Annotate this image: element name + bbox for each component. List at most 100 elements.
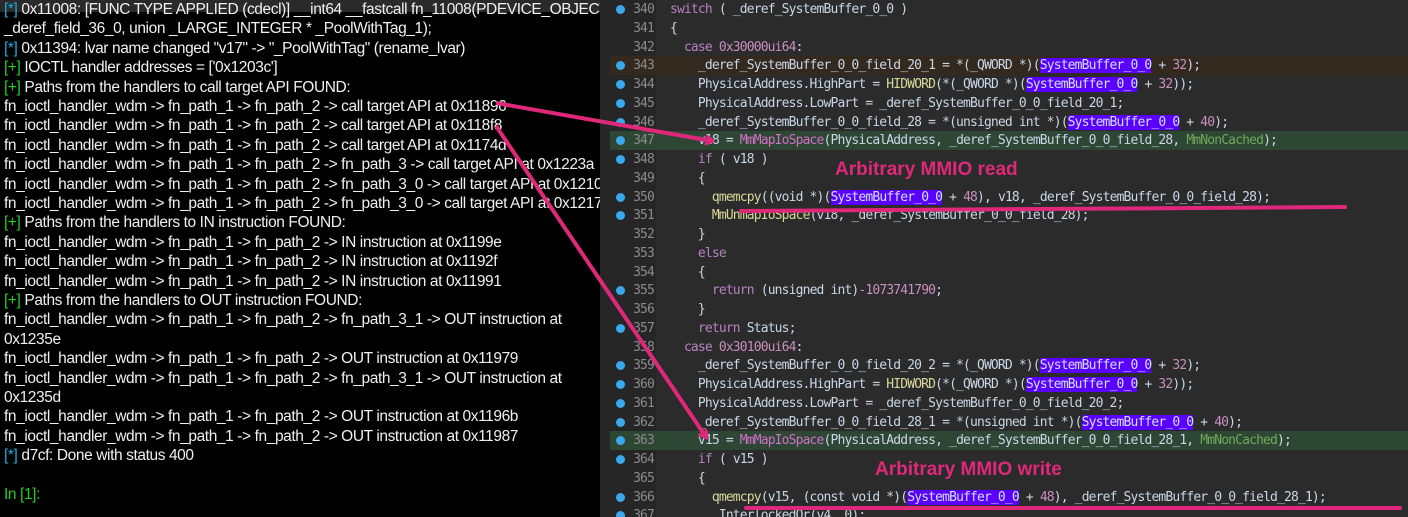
code-line[interactable]: 359 _deref_SystemBuffer_0_0_field_20_2 =… [610,356,1408,375]
terminal-line: [+] Paths from the handlers to OUT instr… [4,291,362,310]
code-token: } [670,227,706,242]
breakpoint-dot-icon[interactable] [616,5,625,14]
terminal-line: fn_ioctl_handler_wdm -> fn_path_1 -> fn_… [4,252,498,271]
code-token: _deref_SystemBuffer_0_0_field_28_1 = *(u… [670,414,1083,430]
code-token: 32 [1158,77,1173,92]
breakpoint-dot-icon[interactable] [616,98,625,108]
terminal-line-text: 0x11008: [FUNC TYPE APPLIED (cdecl)] __i… [17,1,600,18]
code-line[interactable]: 344 PhysicalAddress.HighPart = HIDWORD(*… [610,75,1408,94]
code-line[interactable]: 351 MmUnmapIoSpace(v18, _deref_SystemBuf… [610,206,1408,225]
code-token: ((void *)( [760,189,832,205]
code-text: PhysicalAddress.HighPart = HIDWORD(*(_QW… [670,75,1194,94]
code-token: ); [1186,58,1201,74]
code-line[interactable]: 358 case 0x30100ui64: [610,338,1408,357]
breakpoint-dot-icon[interactable] [616,192,625,202]
code-token: if [697,152,713,167]
code-line[interactable]: 340 switch ( _deref_SystemBuffer_0_0 ) [610,0,1408,19]
breakpoint-dot-icon[interactable] [616,117,625,127]
code-line[interactable]: 342 case 0x30000ui64: [610,38,1408,57]
line-number: 358 [633,339,655,355]
breakpoint-dot-icon[interactable] [616,323,625,333]
line-number: 346 [633,114,655,130]
code-line[interactable]: 346 _deref_SystemBuffer_0_0_field_28 = *… [610,113,1408,132]
breakpoint-dot-icon[interactable] [616,136,625,146]
terminal-line-text: 0x1235d [4,389,61,406]
code-text: v18 = MmMapIoSpace(PhysicalAddress, _der… [670,131,1278,150]
breakpoint-dot-icon[interactable] [616,417,625,427]
code-token: + [1018,489,1040,505]
code-token: PhysicalAddress.LowPart = _deref_SystemB… [670,95,1124,111]
terminal-line-prefix: [+] [4,292,21,309]
terminal-line: [*] d7cf: Done with status 400 [4,446,194,465]
code-text: v15 = MmMapIoSpace(PhysicalAddress, _der… [670,431,1292,450]
terminal-line[interactable]: In [1]: [4,485,40,504]
code-line[interactable]: 367 _InterlockedOr(v4, 0); [610,506,1408,517]
code-token: (*(_QWORD *)( [935,77,1027,92]
code-line[interactable]: 345 PhysicalAddress.LowPart = _deref_Sys… [610,94,1408,113]
terminal-line: fn_ioctl_handler_wdm -> fn_path_1 -> fn_… [4,369,562,388]
code-text: qmemcpy((void *)(SystemBuffer_0_0 + 48),… [670,188,1271,207]
code-line[interactable]: 355 return (unsigned int)-1073741790; [610,281,1408,300]
code-line[interactable]: 343 _deref_SystemBuffer_0_0_field_20_1 =… [610,56,1408,76]
line-number: 341 [633,20,655,36]
terminal-line-text: Paths from the handlers to OUT instructi… [20,292,362,309]
terminal-line: fn_ioctl_handler_wdm -> fn_path_1 -> fn_… [4,310,562,329]
highlighted-identifier: SystemBuffer_0_0 [1025,377,1138,392]
breakpoint-dot-icon[interactable] [616,492,625,502]
code-token: + [1151,358,1173,374]
code-line[interactable]: 360 PhysicalAddress.HighPart = HIDWORD(*… [610,375,1408,394]
code-token: PhysicalAddress.HighPart = [670,377,887,392]
line-number: 353 [633,245,655,261]
code-token: return [711,283,755,299]
panel-splitter[interactable] [600,0,610,517]
breakpoint-dot-icon[interactable] [616,286,625,296]
terminal-line: fn_ioctl_handler_wdm -> fn_path_1 -> fn_… [4,97,507,116]
terminal-line-text: 0x1235e [4,330,61,348]
code-line[interactable]: 341 { [610,19,1408,38]
highlighted-identifier: SystemBuffer_0_0 [1039,58,1152,74]
code-text: } [670,225,706,244]
code-line[interactable]: 352 } [610,225,1408,244]
code-text: PhysicalAddress.LowPart = _deref_SystemB… [670,94,1124,113]
code-token: )); [1172,77,1194,92]
code-token: MmNonCached [1200,433,1278,449]
code-token: case [670,39,719,55]
code-line[interactable]: 366 qmemcpy(v15, (const void *)(SystemBu… [610,488,1408,507]
code-token: 48 [963,189,978,205]
terminal-line: fn_ioctl_handler_wdm -> fn_path_1 -> fn_… [4,155,594,174]
terminal-line-text: _deref_field_36_0, union _LARGE_INTEGER … [4,20,432,38]
code-line[interactable]: 347 v18 = MmMapIoSpace(PhysicalAddress, … [610,131,1408,151]
code-text: qmemcpy(v15, (const void *)(SystemBuffer… [670,488,1327,507]
code-line[interactable]: 363 v15 = MmMapIoSpace(PhysicalAddress, … [610,431,1408,451]
code-token: 40 [1200,114,1215,130]
breakpoint-dot-icon[interactable] [616,398,625,408]
code-line[interactable]: 350 qmemcpy((void *)(SystemBuffer_0_0 + … [610,188,1408,207]
breakpoint-dot-icon[interactable] [616,61,625,71]
code-text: _deref_SystemBuffer_0_0_field_28 = *(uns… [670,113,1229,132]
breakpoint-dot-icon[interactable] [616,436,625,446]
code-line[interactable]: 356 } [610,300,1408,319]
code-token: else [697,245,727,261]
breakpoint-dot-icon[interactable] [616,380,625,389]
breakpoint-dot-icon[interactable] [616,511,625,517]
breakpoint-dot-icon[interactable] [616,455,625,464]
breakpoint-dot-icon[interactable] [616,211,625,221]
terminal-line: _deref_field_36_0, union _LARGE_INTEGER … [4,19,432,38]
code-line[interactable]: 354 { [610,263,1408,282]
code-text: if ( v18 ) [670,150,769,169]
code-text: case 0x30100ui64: [670,338,803,357]
code-token: _deref_SystemBuffer_0_0_field_28 = *(uns… [670,114,1069,130]
code-line[interactable]: 353 else [610,244,1408,263]
breakpoint-dot-icon[interactable] [616,155,625,164]
terminal-line-prefix: [*] [4,447,18,465]
code-line[interactable]: 357 return Status; [610,319,1408,338]
terminal-line-text: 0x11394: lvar name changed "v17" -> "_Po… [17,39,466,57]
code-token: MmMapIoSpace [739,433,825,449]
breakpoint-dot-icon[interactable] [616,80,625,89]
breakpoint-dot-icon[interactable] [616,361,625,371]
code-token: 32 [1172,58,1187,74]
code-line[interactable]: 361 PhysicalAddress.LowPart = _deref_Sys… [610,394,1408,413]
code-text: case 0x30000ui64: [670,38,803,57]
code-line[interactable]: 362 _deref_SystemBuffer_0_0_field_28_1 =… [610,413,1408,432]
code-token: HIDWORD [886,77,936,92]
